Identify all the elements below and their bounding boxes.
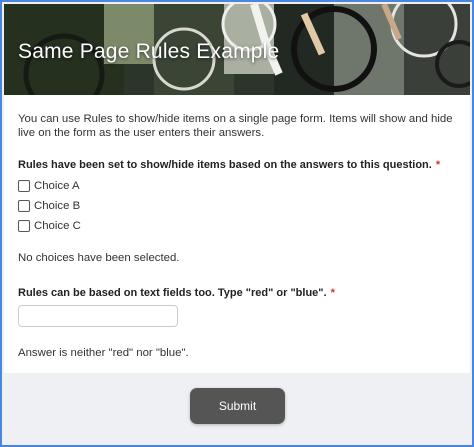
choice-b-label[interactable]: Choice B <box>34 200 80 212</box>
question-text-label: Rules can be based on text fields too. T… <box>18 287 335 299</box>
page-title: Same Page Rules Example <box>18 40 280 63</box>
required-marker: * <box>435 159 441 171</box>
choice-a-option[interactable]: Choice A <box>18 179 80 193</box>
question-text-text: Rules can be based on text fields too. T… <box>18 287 327 299</box>
choice-c-checkbox[interactable] <box>18 220 30 232</box>
choice-b-option[interactable]: Choice B <box>18 199 80 213</box>
choice-status-text: No choices have been selected. <box>18 252 180 264</box>
form-frame: Same Page Rules Example You can use Rule… <box>2 2 472 445</box>
question-choices-label: Rules have been set to show/hide items b… <box>18 159 440 171</box>
color-text-input[interactable] <box>18 305 178 327</box>
header-banner: Same Page Rules Example <box>4 4 470 95</box>
required-marker: * <box>330 287 335 299</box>
choice-b-checkbox[interactable] <box>18 200 30 212</box>
choice-c-label[interactable]: Choice C <box>34 220 81 232</box>
submit-button[interactable]: Submit <box>190 388 285 424</box>
choice-a-checkbox[interactable] <box>18 180 30 192</box>
choice-c-option[interactable]: Choice C <box>18 219 81 233</box>
form-card: You can use Rules to show/hide items on … <box>4 95 470 373</box>
question-choices-text: Rules have been set to show/hide items b… <box>18 159 432 171</box>
intro-text: You can use Rules to show/hide items on … <box>18 113 453 139</box>
choice-a-label[interactable]: Choice A <box>34 180 80 192</box>
text-answer-status: Answer is neither "red" nor "blue". <box>18 347 189 359</box>
